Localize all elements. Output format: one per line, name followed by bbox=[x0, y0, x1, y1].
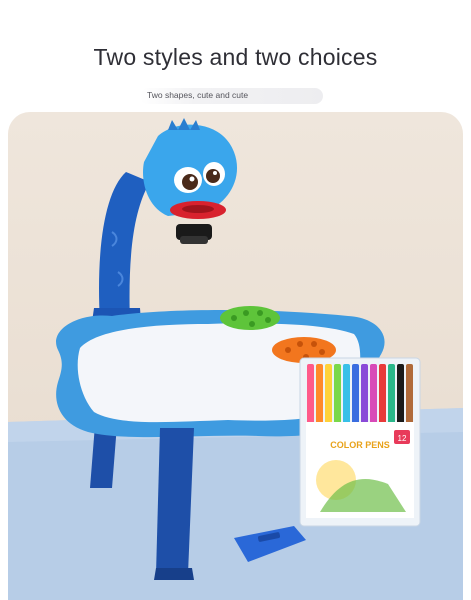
pen-box-label: COLOR PENS bbox=[330, 440, 390, 450]
page-title: Two styles and two choices bbox=[93, 44, 378, 70]
projector-neck bbox=[99, 172, 150, 324]
product-photo: 12 COLOR PENS bbox=[8, 112, 463, 600]
pen-count: 12 bbox=[398, 434, 407, 443]
table-leg-front bbox=[156, 428, 194, 574]
pen-box: 12 COLOR PENS bbox=[299, 357, 421, 527]
page-subtitle: Two shapes, cute and cute bbox=[147, 90, 249, 100]
product-illustration: 12 COLOR PENS bbox=[8, 118, 463, 600]
stencil-disc-green bbox=[220, 306, 280, 330]
projector-head bbox=[143, 118, 238, 244]
